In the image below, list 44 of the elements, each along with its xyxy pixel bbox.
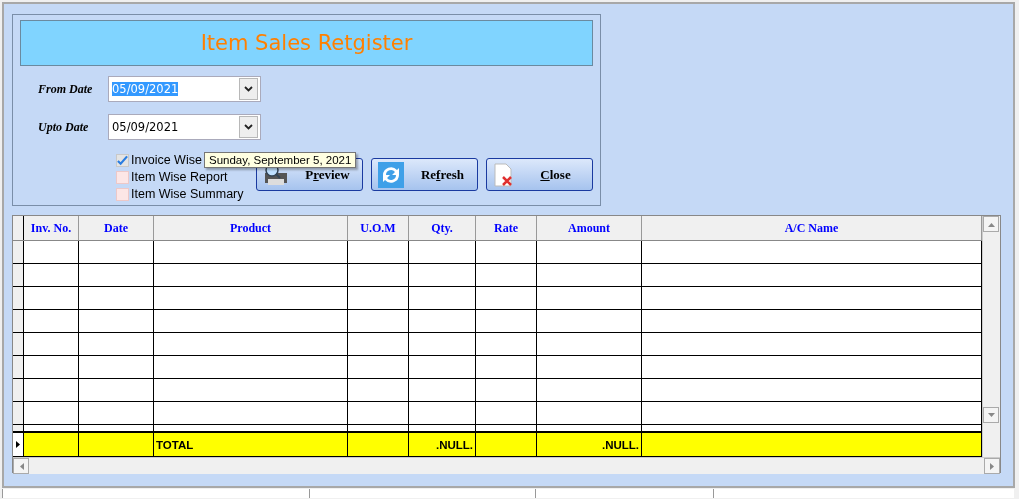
column-header[interactable]: A/C Name (642, 216, 982, 240)
checkbox[interactable] (116, 153, 129, 167)
date-picker[interactable]: 05/09/2021 (108, 114, 261, 140)
column-header[interactable]: Qty. (409, 216, 476, 240)
dropdown-icon (244, 86, 253, 92)
scroll-down-icon (987, 412, 995, 418)
date-tooltip: Sunday, September 5, 2021 (204, 152, 357, 168)
row-header[interactable] (13, 264, 24, 286)
date-label: Upto Date (38, 119, 90, 135)
row-header[interactable] (13, 241, 24, 263)
checkbox[interactable] (116, 170, 129, 184)
document-delete-icon (493, 162, 515, 187)
checkbox[interactable] (116, 187, 129, 201)
report-title: Item Sales Retgister (20, 20, 593, 66)
row-header[interactable] (13, 425, 24, 431)
row-pointer-icon (16, 441, 20, 448)
checkbox-label: Item Wise Summary (131, 187, 244, 201)
refresh-icon (378, 161, 404, 188)
row-header[interactable] (13, 333, 24, 355)
row-header (13, 216, 24, 240)
dropdown-icon (244, 124, 253, 130)
column-header[interactable]: Rate (476, 216, 537, 240)
row-header[interactable] (13, 402, 24, 424)
column-header[interactable]: Amount (537, 216, 642, 240)
scroll-up-icon (987, 221, 995, 227)
column-header[interactable]: U.O.M (348, 216, 409, 240)
close-button[interactable]: Close (486, 158, 593, 191)
row-header[interactable] (13, 379, 24, 401)
total-cell: .NULL. (537, 433, 642, 456)
row-header[interactable] (13, 310, 24, 332)
scroll-left-icon (18, 462, 24, 470)
total-cell: .NULL. (409, 433, 476, 456)
row-header[interactable] (13, 356, 24, 378)
checkbox-label: Invoice Wise (131, 153, 202, 167)
total-cell: TOTAL (154, 433, 348, 456)
scroll-right-icon (989, 462, 995, 470)
checkbox-label: Item Wise Report (131, 170, 228, 184)
date-label: From Date (38, 81, 94, 97)
row-header[interactable] (13, 433, 24, 456)
column-header[interactable]: Inv. No. (24, 216, 79, 240)
column-header[interactable]: Date (79, 216, 154, 240)
refresh-button[interactable]: Refresh (371, 158, 478, 191)
row-header[interactable] (13, 287, 24, 309)
column-header[interactable]: Product (154, 216, 348, 240)
